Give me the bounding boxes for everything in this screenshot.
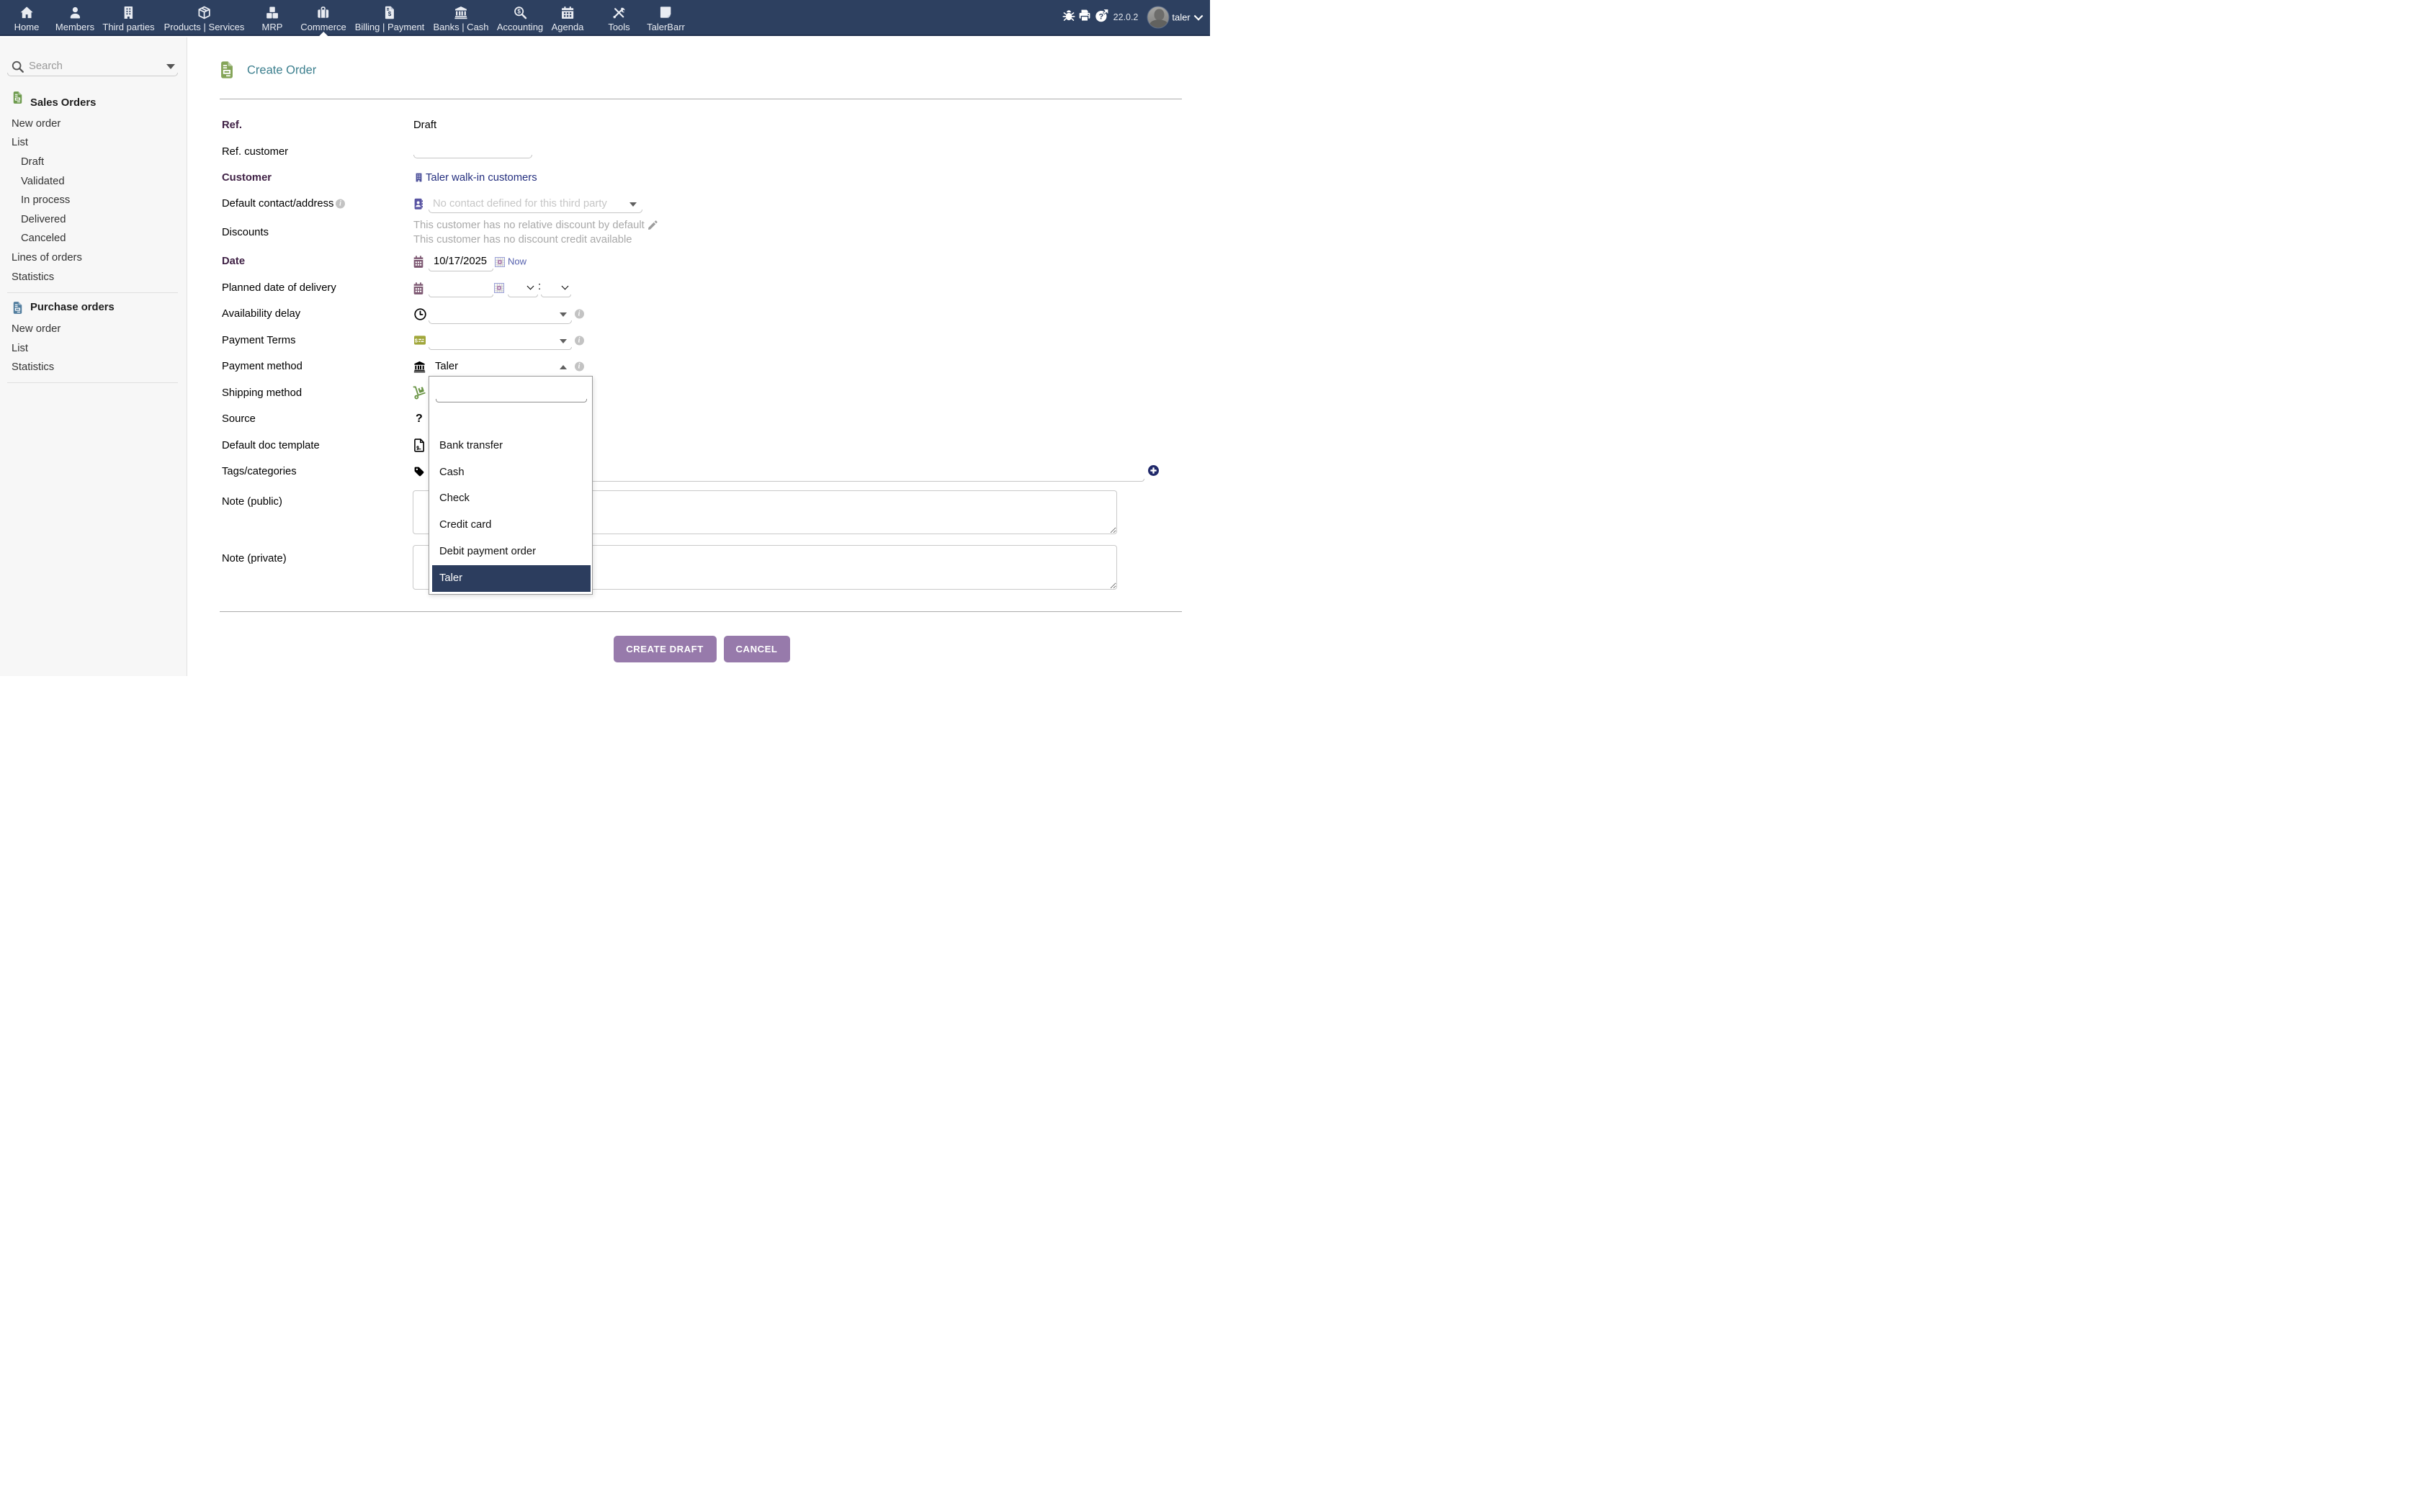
svg-text:$: $: [388, 11, 392, 17]
svg-text:$: $: [517, 9, 521, 15]
svg-text:?: ?: [1099, 12, 1104, 21]
svg-text:$: $: [414, 337, 417, 343]
